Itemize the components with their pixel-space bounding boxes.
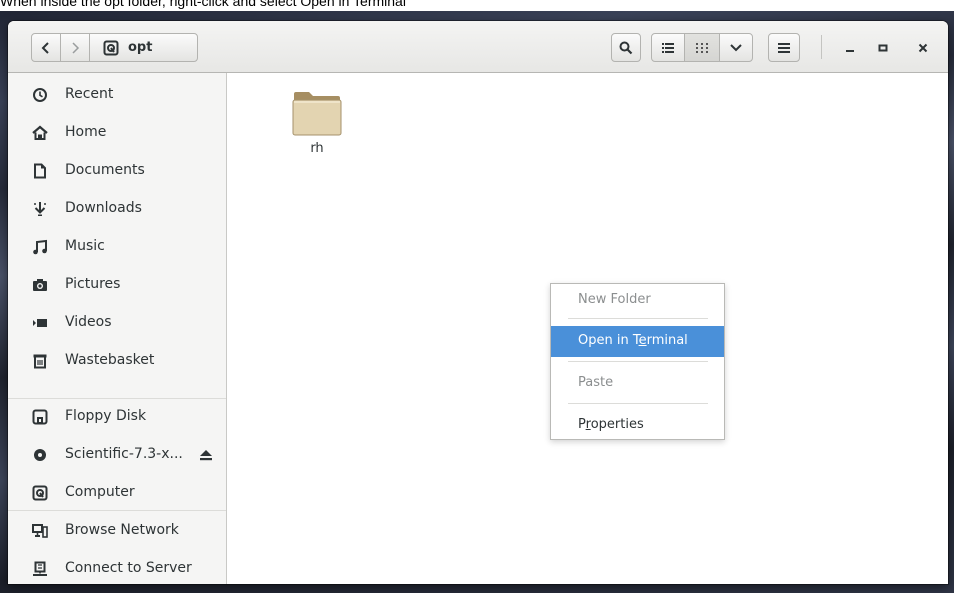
floppy-icon bbox=[32, 409, 48, 425]
sidebar-item-browse-network[interactable]: Browse Network bbox=[8, 513, 226, 550]
list-view-button[interactable] bbox=[651, 33, 685, 62]
menu-item-label: Properties bbox=[578, 417, 644, 432]
sidebar-item-computer[interactable]: Computer bbox=[8, 475, 226, 512]
home-icon bbox=[32, 125, 48, 141]
close-icon bbox=[918, 43, 928, 53]
instruction-caption: When inside the opt folder, right-click … bbox=[0, 0, 406, 9]
menu-item-open-in-terminal[interactable]: Open in Terminal bbox=[551, 326, 724, 357]
sidebar-item-wastebasket[interactable]: Wastebasket bbox=[8, 343, 226, 380]
sidebar-item-music[interactable]: Music bbox=[8, 229, 226, 266]
header-bar: opt bbox=[8, 21, 948, 73]
sidebar-item-label: Scientific-7.3-x... bbox=[65, 446, 183, 462]
trash-icon bbox=[32, 353, 48, 369]
hamburger-menu-icon bbox=[778, 42, 790, 53]
close-button[interactable] bbox=[909, 34, 937, 62]
chevron-left-icon bbox=[41, 41, 49, 54]
maximize-icon bbox=[878, 44, 888, 52]
sidebar-item-recent[interactable]: Recent bbox=[8, 77, 226, 114]
sidebar-item-label: Music bbox=[65, 238, 105, 254]
menu-button[interactable] bbox=[768, 33, 800, 62]
file-manager-window: opt Recent Home Documents Downloads Musi… bbox=[8, 21, 948, 584]
music-icon bbox=[32, 239, 48, 255]
computer-icon bbox=[32, 485, 48, 501]
sidebar-item-label: Downloads bbox=[65, 200, 142, 216]
sidebar-item-label: Computer bbox=[65, 484, 135, 500]
sidebar-item-pictures[interactable]: Pictures bbox=[8, 267, 226, 304]
sidebar-item-home[interactable]: Home bbox=[8, 115, 226, 152]
sidebar-item-label: Floppy Disk bbox=[65, 408, 147, 424]
menu-item-label: New Folder bbox=[578, 292, 651, 307]
maximize-button[interactable] bbox=[869, 34, 897, 62]
sidebar-divider bbox=[8, 510, 226, 511]
video-icon bbox=[32, 315, 48, 331]
menu-item-properties[interactable]: Properties bbox=[551, 410, 724, 441]
sidebar-item-floppy-disk[interactable]: Floppy Disk bbox=[8, 399, 226, 436]
search-icon bbox=[619, 41, 633, 54]
sidebar-item-label: Connect to Server bbox=[65, 560, 192, 576]
forward-button[interactable] bbox=[60, 33, 90, 62]
server-icon bbox=[32, 561, 48, 577]
back-button[interactable] bbox=[31, 33, 61, 62]
folder-icon bbox=[292, 92, 342, 136]
menu-item-label: Open in Terminal bbox=[578, 333, 688, 348]
menu-separator bbox=[568, 318, 708, 319]
drive-icon bbox=[103, 40, 119, 55]
folder-item[interactable]: rh bbox=[291, 89, 343, 161]
chevron-down-icon bbox=[730, 43, 742, 51]
menu-item-paste[interactable]: Paste bbox=[551, 368, 724, 399]
list-view-icon bbox=[662, 42, 674, 53]
grid-view-icon bbox=[696, 42, 708, 53]
minimize-button[interactable] bbox=[836, 34, 864, 62]
document-icon bbox=[32, 163, 48, 179]
menu-item-new-folder[interactable]: New Folder bbox=[551, 285, 724, 316]
camera-icon bbox=[32, 277, 48, 293]
sidebar-item-label: Browse Network bbox=[65, 522, 179, 538]
menu-separator bbox=[568, 361, 708, 362]
grid-view-button[interactable] bbox=[684, 33, 720, 62]
sidebar-item-scientific-disc[interactable]: Scientific-7.3-x... bbox=[8, 437, 226, 474]
folder-name: rh bbox=[310, 141, 324, 156]
sidebar-item-connect-to-server[interactable]: Connect to Server bbox=[8, 551, 226, 584]
menu-separator bbox=[568, 403, 708, 404]
path-button-opt[interactable]: opt bbox=[89, 33, 198, 62]
header-separator bbox=[821, 35, 822, 59]
download-icon bbox=[32, 201, 48, 217]
minimize-icon bbox=[846, 50, 854, 52]
sidebar-item-videos[interactable]: Videos bbox=[8, 305, 226, 342]
sidebar-item-documents[interactable]: Documents bbox=[8, 153, 226, 190]
search-button[interactable] bbox=[611, 33, 641, 62]
menu-item-label: Paste bbox=[578, 375, 614, 390]
sidebar-item-downloads[interactable]: Downloads bbox=[8, 191, 226, 228]
sidebar-item-label: Documents bbox=[65, 162, 145, 178]
sidebar: Recent Home Documents Downloads Music Pi… bbox=[8, 73, 227, 584]
sidebar-item-label: Wastebasket bbox=[65, 352, 155, 368]
chevron-right-icon bbox=[72, 41, 80, 54]
context-menu: New Folder Open in Terminal Paste Proper… bbox=[550, 283, 725, 440]
sidebar-item-label: Home bbox=[65, 124, 107, 140]
disc-icon bbox=[32, 447, 48, 463]
view-options-button[interactable] bbox=[719, 33, 753, 62]
network-icon bbox=[32, 523, 48, 539]
eject-icon[interactable] bbox=[198, 447, 214, 463]
sidebar-item-label: Pictures bbox=[65, 276, 121, 292]
path-label: opt bbox=[128, 40, 153, 55]
instruction-caption-bar: When inside the opt folder, right-click … bbox=[0, 0, 954, 11]
sidebar-item-label: Videos bbox=[65, 314, 112, 330]
sidebar-item-label: Recent bbox=[65, 86, 114, 102]
clock-icon bbox=[32, 87, 48, 103]
navigation-group: opt bbox=[31, 33, 198, 62]
